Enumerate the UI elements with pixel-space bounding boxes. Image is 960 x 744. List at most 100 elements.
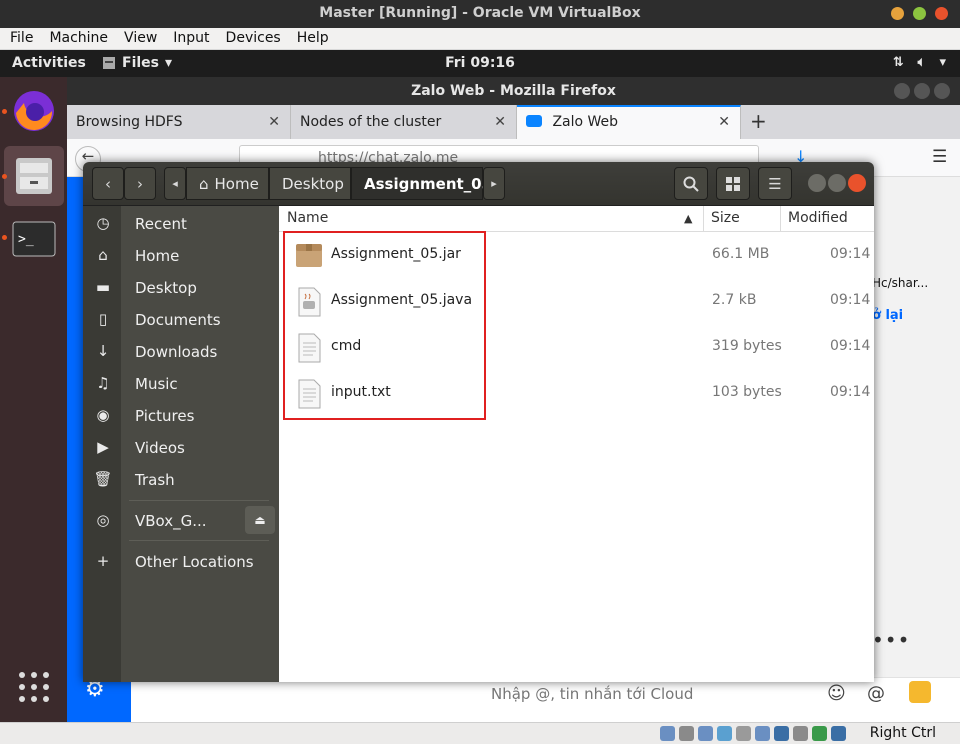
vbox-maximize-button[interactable]: [913, 7, 926, 20]
sort-ascending-icon[interactable]: ▲: [684, 212, 692, 225]
virtualbox-titlebar: Master [Running] - Oracle VM VirtualBox: [0, 0, 960, 28]
vbox-menu-file[interactable]: File: [0, 28, 39, 49]
close-tab-icon[interactable]: ✕: [494, 105, 506, 139]
dock-files[interactable]: [4, 146, 64, 206]
close-button[interactable]: [848, 174, 866, 192]
sidebar-item-label: Recent: [135, 215, 187, 233]
smiley-icon[interactable]: ☺: [827, 683, 846, 704]
recording-icon[interactable]: [793, 726, 808, 741]
show-applications-button[interactable]: [4, 657, 64, 717]
column-header-modified[interactable]: Modified: [788, 210, 848, 226]
sidebar-item-label: Other Locations: [135, 553, 254, 571]
sidebar-item-documents[interactable]: ▯ Documents: [83, 304, 279, 336]
path-scroll-right-button[interactable]: ▸: [483, 167, 505, 200]
menu-button[interactable]: ☰: [758, 167, 792, 200]
breadcrumb-assignment-05[interactable]: Assignment_05: [351, 167, 492, 200]
at-sign-icon[interactable]: @: [867, 683, 885, 704]
sidebar-item-downloads[interactable]: ↓ Downloads: [83, 336, 279, 368]
sidebar-item-pictures[interactable]: ◉ Pictures: [83, 400, 279, 432]
path-scroll-left-button[interactable]: ◂: [164, 167, 186, 200]
maximize-button[interactable]: [828, 174, 846, 192]
file-size: 2.7 kB: [712, 292, 757, 308]
vbox-minimize-button[interactable]: [891, 7, 904, 20]
search-button[interactable]: [674, 167, 708, 200]
dock-firefox[interactable]: [4, 81, 64, 141]
volume-icon: 🔈︎: [917, 55, 926, 70]
breadcrumb-home[interactable]: ⌂ Home: [186, 167, 269, 200]
sidebar-item-label: Videos: [135, 439, 185, 457]
new-tab-plus-icon[interactable]: +: [750, 109, 767, 133]
vbox-menu-machine[interactable]: Machine: [39, 28, 114, 49]
breadcrumb-label: Assignment_05: [364, 174, 493, 193]
column-header-name[interactable]: Name: [287, 210, 328, 226]
svg-text:>_: >_: [18, 232, 34, 247]
dock-running-indicator: [2, 174, 7, 179]
zalo-message-input[interactable]: Nhập @, tin nhắn tới Cloud: [491, 685, 693, 703]
sidebar-item-label: Downloads: [135, 343, 218, 361]
home-icon: ⌂: [98, 246, 108, 264]
sidebar-item-trash[interactable]: 🗑︎ Trash: [83, 464, 279, 496]
terminal-icon: >_: [12, 221, 56, 257]
search-icon: [683, 176, 699, 192]
tab-zalo-web[interactable]: Zalo Web ✕: [517, 105, 741, 139]
download-icon: ↓: [96, 342, 110, 360]
ff-close-button[interactable]: [934, 83, 950, 99]
cpu-activity-icon[interactable]: [812, 726, 827, 741]
close-tab-icon[interactable]: ✕: [268, 105, 280, 139]
minimize-button[interactable]: [808, 174, 826, 192]
ff-minimize-button[interactable]: [894, 83, 910, 99]
tab-label: Nodes of the cluster: [300, 114, 442, 130]
thumbs-up-icon[interactable]: [909, 681, 931, 703]
more-dots-icon[interactable]: •••: [872, 628, 910, 652]
vbox-menu-devices[interactable]: Devices: [216, 28, 287, 49]
usb-icon[interactable]: [736, 726, 751, 741]
sidebar-item-recent[interactable]: ◷ Recent: [83, 208, 279, 240]
zalo-side-button[interactable]: ở lại: [872, 308, 903, 323]
display-icon[interactable]: [774, 726, 789, 741]
sidebar-item-label: Home: [135, 247, 180, 265]
column-divider: [780, 206, 781, 232]
sidebar-item-label: Music: [135, 375, 178, 393]
plus-icon: +: [96, 552, 110, 570]
firefox-window-controls: [894, 83, 950, 99]
optical-drive-icon[interactable]: [679, 726, 694, 741]
sidebar-item-vbox-device[interactable]: ◎ VBox_G... ⏏: [83, 505, 279, 537]
virtualbox-window-title: Master [Running] - Oracle VM VirtualBox: [319, 5, 641, 21]
grid-view-icon: [726, 176, 740, 191]
mouse-integration-icon[interactable]: [831, 726, 846, 741]
app-grid-icon: [19, 672, 49, 702]
eject-button[interactable]: ⏏: [245, 506, 275, 534]
sidebar-item-videos[interactable]: ▶ Videos: [83, 432, 279, 464]
vbox-close-button[interactable]: [935, 7, 948, 20]
view-toggle-button[interactable]: [716, 167, 750, 200]
firefox-window-title: Zalo Web - Mozilla Firefox: [411, 83, 616, 99]
audio-icon[interactable]: [698, 726, 713, 741]
vbox-menu-input[interactable]: Input: [163, 28, 215, 49]
hard-disk-icon[interactable]: [660, 726, 675, 741]
sidebar-item-music[interactable]: ♫ Music: [83, 368, 279, 400]
ubuntu-dock: >_: [0, 77, 67, 722]
breadcrumb-desktop[interactable]: Desktop: [269, 167, 351, 200]
back-button[interactable]: ‹: [92, 167, 124, 200]
zalo-side-link[interactable]: Hc/shar...: [872, 276, 928, 290]
dock-terminal[interactable]: >_: [4, 209, 64, 269]
clock[interactable]: Fri 09:16: [0, 55, 960, 71]
network-icon: ⇅: [892, 55, 904, 70]
network-adapter-icon[interactable]: [717, 726, 732, 741]
files-headerbar: ‹ › ◂ ⌂ Home Desktop Assignment_05 ▸ ☰: [83, 162, 874, 206]
sidebar-item-desktop[interactable]: ▬ Desktop: [83, 272, 279, 304]
sidebar-item-home[interactable]: ⌂ Home: [83, 240, 279, 272]
vbox-menu-help[interactable]: Help: [287, 28, 335, 49]
forward-button[interactable]: ›: [124, 167, 156, 200]
column-header-size[interactable]: Size: [711, 210, 740, 226]
hamburger-menu-icon[interactable]: ☰: [932, 147, 947, 167]
tab-browsing-hdfs[interactable]: Browsing HDFS ✕: [67, 105, 291, 139]
tab-nodes-of-cluster[interactable]: Nodes of the cluster ✕: [291, 105, 517, 139]
ff-maximize-button[interactable]: [914, 83, 930, 99]
shared-folders-icon[interactable]: [755, 726, 770, 741]
sidebar-item-other-locations[interactable]: + Other Locations: [83, 546, 279, 578]
vbox-menu-view[interactable]: View: [114, 28, 163, 49]
system-tray[interactable]: ⇅ 🔈︎ ▾: [893, 55, 946, 70]
close-tab-icon[interactable]: ✕: [718, 107, 730, 137]
video-icon: ▶: [97, 438, 109, 456]
